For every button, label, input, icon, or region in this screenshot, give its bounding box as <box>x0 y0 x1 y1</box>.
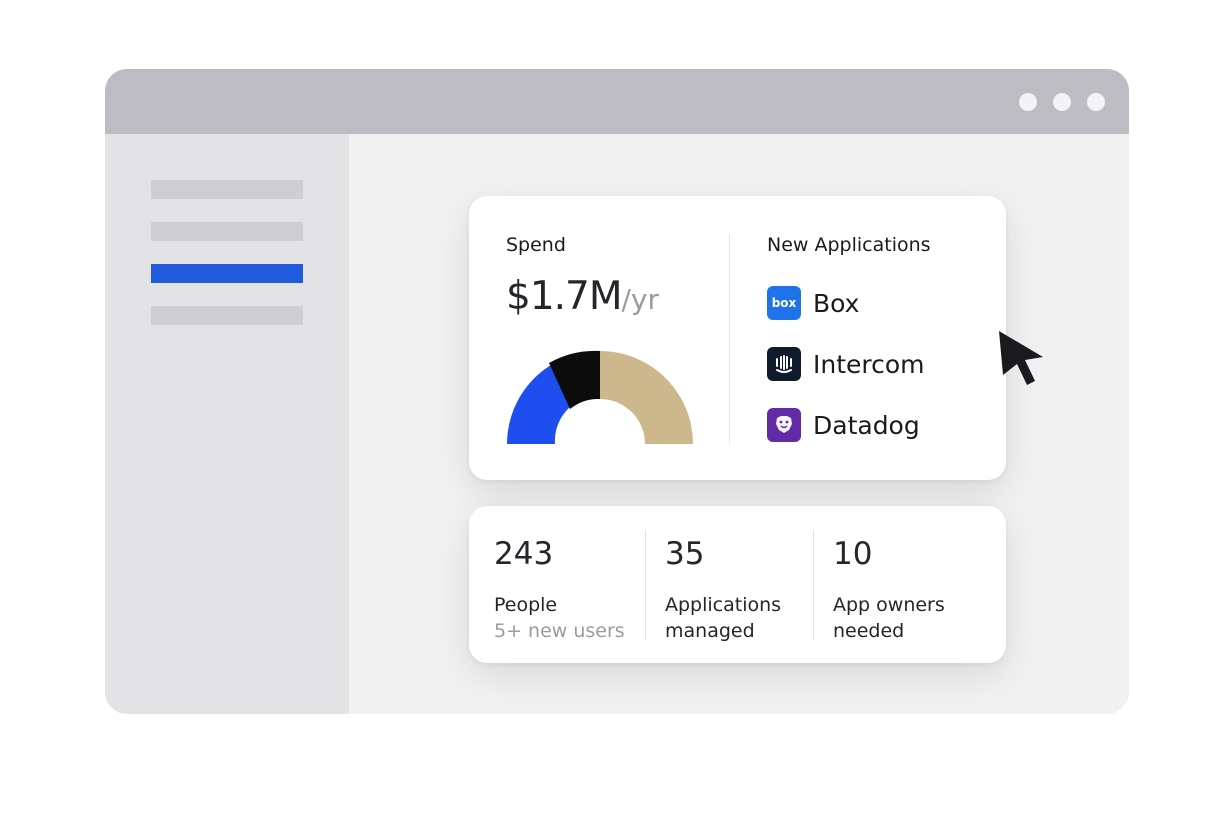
sidebar-item-placeholder[interactable] <box>151 222 303 241</box>
gauge-segment-tan <box>600 351 693 444</box>
intercom-glyph-icon <box>776 355 792 373</box>
stat-value: 243 <box>494 536 554 572</box>
card-divider <box>729 234 730 444</box>
mouse-cursor-icon <box>999 331 1043 385</box>
app-item-box[interactable]: box Box <box>767 285 859 321</box>
datadog-logo-icon <box>767 408 801 442</box>
spend-unit: /yr <box>621 283 660 316</box>
app-item-intercom[interactable]: Intercom <box>767 346 925 382</box>
box-logo-icon: box <box>767 286 801 320</box>
app-name: Intercom <box>813 349 925 379</box>
spend-gauge <box>507 350 693 444</box>
stat-label: Applications managed <box>665 592 781 644</box>
stat-value: 35 <box>665 536 705 572</box>
sidebar-item-placeholder[interactable] <box>151 180 303 199</box>
stat-app-owners[interactable]: 10 App owners needed <box>833 536 945 644</box>
spend-apps-card: Spend $1.7M/yr New Applications box Box <box>469 196 1006 480</box>
spend-label: Spend <box>506 234 566 256</box>
stat-value: 10 <box>833 536 873 572</box>
app-name: Box <box>813 288 860 318</box>
app-item-datadog[interactable]: Datadog <box>767 407 920 443</box>
sidebar <box>105 134 349 714</box>
window-dot-icon[interactable] <box>1019 93 1037 111</box>
title-bar <box>105 69 1129 134</box>
app-name: Datadog <box>813 410 920 440</box>
stat-label: App owners needed <box>833 592 945 644</box>
stat-label-line: managed <box>665 620 755 642</box>
stat-applications[interactable]: 35 Applications managed <box>665 536 781 644</box>
sidebar-item-active[interactable] <box>151 264 303 283</box>
stat-label-line: Applications <box>665 594 782 616</box>
sidebar-item-placeholder[interactable] <box>151 306 303 325</box>
stats-card: 243 People 5+ new users 35 Applications … <box>469 506 1006 663</box>
stat-people[interactable]: 243 People 5+ new users <box>494 536 625 644</box>
spend-value: $1.7M/yr <box>506 274 659 319</box>
stat-label: People <box>494 594 558 616</box>
new-applications-label: New Applications <box>767 234 931 256</box>
window-dot-icon[interactable] <box>1087 93 1105 111</box>
box-logo-text: box <box>771 296 797 310</box>
datadog-glyph-icon <box>776 416 792 433</box>
stat-subtext: 5+ new users <box>494 620 625 642</box>
stat-label-line: App owners <box>833 594 945 616</box>
window-dot-icon[interactable] <box>1053 93 1071 111</box>
stat-label-line: needed <box>833 620 905 642</box>
stat-divider <box>813 530 814 640</box>
stat-divider <box>645 530 646 640</box>
spend-amount: $1.7M <box>506 274 622 319</box>
intercom-logo-icon <box>767 347 801 381</box>
